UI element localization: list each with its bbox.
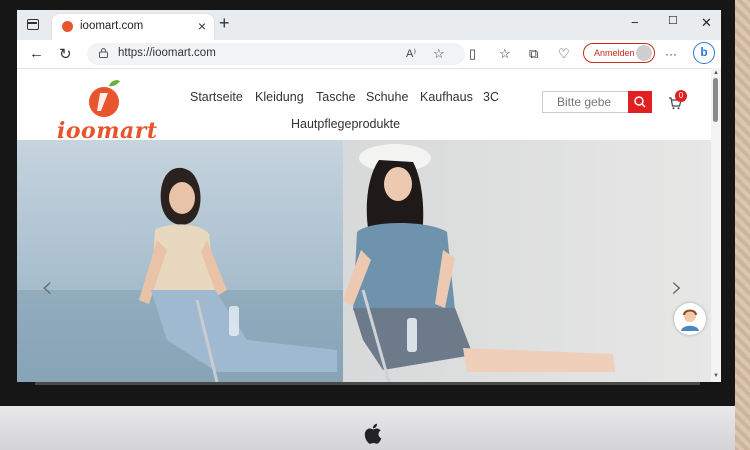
scroll-thumb[interactable] xyxy=(713,78,718,122)
signin-button[interactable]: Anmelden xyxy=(583,43,655,63)
site-logo[interactable]: ioomart xyxy=(57,74,162,144)
screen-edge-shadow xyxy=(35,382,700,385)
page-scrollbar[interactable]: ▲ ▼ xyxy=(711,68,721,382)
refresh-icon[interactable]: ↻ xyxy=(59,45,72,63)
search-button[interactable] xyxy=(628,91,652,113)
browser-essentials-icon[interactable]: ♡ xyxy=(558,46,570,62)
scroll-down-icon[interactable]: ▼ xyxy=(713,373,719,379)
browser-toolbar: ← ↻ https://ioomart.com A⁾ ☆ ▯ ☆ ⧉ ♡ Anm… xyxy=(17,40,721,69)
nav-tasche[interactable]: Tasche xyxy=(316,90,356,104)
favorites-icon[interactable]: ☆ xyxy=(499,46,511,62)
url-text: https://ioomart.com xyxy=(118,47,216,59)
search-icon xyxy=(634,96,646,108)
minimize-button[interactable]: − xyxy=(631,15,639,30)
signin-label: Anmelden xyxy=(594,48,635,58)
customer-support-button[interactable] xyxy=(674,303,706,335)
new-tab-button[interactable]: + xyxy=(219,13,230,34)
more-icon[interactable]: ··· xyxy=(665,47,677,61)
scroll-up-icon[interactable]: ▲ xyxy=(713,70,719,76)
search-box xyxy=(542,91,652,113)
tab-actions-icon[interactable] xyxy=(27,19,39,30)
favorite-star-icon[interactable]: ☆ xyxy=(433,46,445,62)
back-arrow-icon[interactable]: ← xyxy=(29,45,44,62)
tab-title: ioomart.com xyxy=(80,20,144,32)
logo-apple-icon xyxy=(89,80,120,117)
cart-count-badge: 0 xyxy=(675,90,687,102)
favicon-icon xyxy=(62,21,73,32)
hero-image-right xyxy=(343,140,711,382)
carousel-prev-button[interactable]: ‹ xyxy=(41,270,53,305)
nav-3c[interactable]: 3C xyxy=(483,90,499,104)
browser-window: ioomart.com × + − ☐ ✕ ← ↻ https://ioomar… xyxy=(17,10,721,382)
maximize-button[interactable]: ☐ xyxy=(668,14,678,27)
web-page: ioomart Startseite Kleidung Tasche Schuh… xyxy=(17,68,711,382)
close-icon[interactable]: × xyxy=(198,18,206,34)
search-input[interactable] xyxy=(543,92,627,112)
nav-kleidung[interactable]: Kleidung xyxy=(255,90,304,104)
nav-startseite[interactable]: Startseite xyxy=(190,90,243,104)
bing-copilot-icon[interactable]: b xyxy=(693,42,715,64)
nav-schuhe[interactable]: Schuhe xyxy=(366,90,408,104)
nav-hautpflegeprodukte[interactable]: Hautpflegeprodukte xyxy=(291,117,400,131)
model-illustration-right xyxy=(343,144,615,382)
carousel-next-button[interactable]: › xyxy=(671,270,683,305)
support-agent-icon xyxy=(681,309,699,331)
browser-tab[interactable]: ioomart.com × xyxy=(52,14,214,40)
tab-strip: ioomart.com × + − ☐ ✕ xyxy=(17,10,721,40)
collections-icon[interactable]: ⧉ xyxy=(529,46,538,62)
split-screen-icon[interactable]: ▯ xyxy=(469,46,476,62)
window-close-button[interactable]: ✕ xyxy=(701,15,712,31)
read-aloud-icon[interactable]: A⁾ xyxy=(406,47,416,60)
model-illustration-left xyxy=(17,167,343,382)
apple-logo-icon xyxy=(364,423,382,444)
hero-banner[interactable]: ‹ › xyxy=(17,140,711,382)
address-bar[interactable]: https://ioomart.com A⁾ ☆ xyxy=(87,43,465,65)
lock-icon xyxy=(99,48,108,58)
avatar xyxy=(636,45,652,61)
nav-kaufhaus[interactable]: Kaufhaus xyxy=(420,90,473,104)
hero-image-left xyxy=(17,140,343,382)
